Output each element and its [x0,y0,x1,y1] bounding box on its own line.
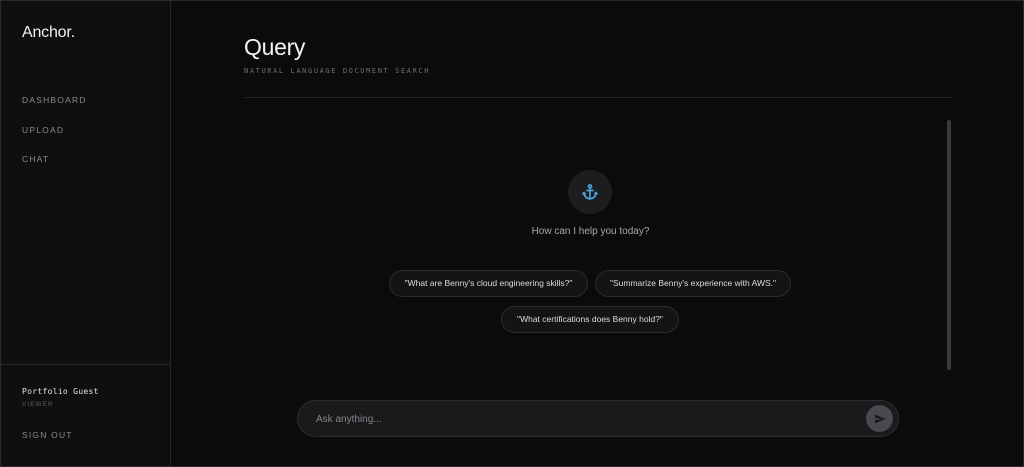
user-role: VIEWER [22,401,54,408]
page-subtitle: NATURAL LANGUAGE DOCUMENT SEARCH [244,67,431,75]
suggestion-chip[interactable]: "What certifications does Benny hold?" [501,306,679,333]
suggestion-chip[interactable]: "Summarize Benny's experience with AWS." [595,270,791,297]
suggestion-chip[interactable]: "What are Benny's cloud engineering skil… [389,270,588,297]
user-name: Portfolio Guest [22,387,99,396]
brand-logo[interactable]: Anchor. [22,24,75,42]
chat-input[interactable] [314,401,858,438]
anchor-icon [568,170,612,214]
send-button[interactable] [866,405,893,432]
main-content: Query NATURAL LANGUAGE DOCUMENT SEARCH H… [171,1,1023,466]
send-icon [874,414,885,423]
sidebar-footer: Portfolio Guest VIEWER SIGN OUT [1,364,170,466]
header-divider [244,97,952,98]
page-title: Query [244,34,306,60]
sidebar-nav: DASHBOARD UPLOAD CHAT [22,95,87,184]
greeting-text: How can I help you today? [531,226,650,237]
app-window: Anchor. DASHBOARD UPLOAD CHAT Portfolio … [0,0,1024,467]
sidebar-item-upload[interactable]: UPLOAD [22,125,87,155]
sign-out-button[interactable]: SIGN OUT [22,430,73,440]
chat-scrollbar[interactable] [947,120,951,370]
chat-input-bar [297,400,899,438]
sidebar-item-chat[interactable]: CHAT [22,154,87,184]
sidebar: Anchor. DASHBOARD UPLOAD CHAT Portfolio … [1,1,171,466]
sidebar-item-dashboard[interactable]: DASHBOARD [22,95,87,125]
